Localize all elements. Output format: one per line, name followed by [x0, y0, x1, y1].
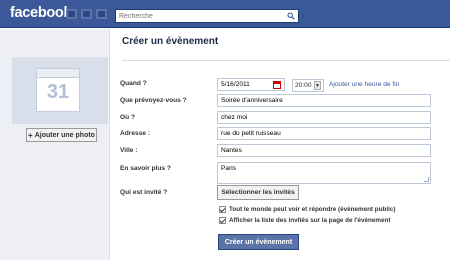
page-title: Créer un évènement — [122, 36, 219, 47]
search-box — [115, 9, 299, 23]
show-guest-list-checkbox[interactable] — [219, 217, 226, 224]
title-divider — [122, 60, 450, 61]
address-field[interactable]: rue du petit ruisseau — [217, 127, 431, 140]
time-value: 20:00 — [295, 82, 312, 89]
show-guest-list-option: Afficher la liste des invités sur la pag… — [219, 217, 390, 224]
chevron-down-icon: ▼ — [314, 81, 321, 90]
more-info-value: Paris — [221, 165, 237, 172]
time-select[interactable]: 20:00 ▼ — [292, 79, 324, 92]
public-event-checkbox[interactable] — [219, 206, 226, 213]
search-input[interactable] — [119, 10, 279, 22]
address-label: Adresse : — [120, 130, 151, 137]
public-event-option: Tout le monde peut voir et répondre (évè… — [219, 206, 395, 213]
public-event-label: Tout le monde peut voir et répondre (évè… — [229, 206, 396, 213]
city-label: Ville : — [120, 147, 138, 154]
calendar-icon: 31 — [36, 68, 80, 112]
top-bar: facebook — [0, 0, 450, 28]
city-field[interactable]: Nantes — [217, 144, 431, 157]
add-photo-label: Ajouter une photo — [34, 131, 95, 139]
date-picker-icon[interactable] — [273, 80, 281, 89]
messages-icon[interactable] — [81, 9, 92, 19]
select-guests-button[interactable]: Sélectionner les invités — [217, 185, 299, 200]
search-icon[interactable] — [287, 12, 295, 20]
date-value: 5/16/2011 — [221, 81, 250, 88]
add-photo-button[interactable]: + Ajouter une photo — [26, 128, 97, 142]
what-label: Que prévoyez-vous ? — [120, 97, 187, 104]
more-info-textarea[interactable]: Paris — [217, 162, 431, 184]
what-field[interactable]: Soirée d'anniversaire — [217, 94, 431, 107]
facebook-logo[interactable]: facebook — [10, 5, 72, 21]
when-label: Quand ? — [120, 80, 147, 87]
where-field[interactable]: chez moi — [217, 111, 431, 124]
create-event-button[interactable]: Créer un évènement — [218, 234, 299, 250]
add-end-time-link[interactable]: Ajouter une heure de fin — [329, 81, 399, 88]
invited-label: Qui est invité ? — [120, 189, 168, 196]
plus-icon: + — [28, 130, 33, 140]
notifications-icon[interactable] — [96, 9, 107, 19]
date-field[interactable]: 5/16/2011 — [217, 78, 285, 91]
friend-requests-icon[interactable] — [66, 9, 77, 19]
resize-handle-icon[interactable] — [424, 177, 429, 182]
show-guest-list-label: Afficher la liste des invités sur la pag… — [229, 217, 391, 224]
more-info-label: En savoir plus ? — [120, 165, 171, 172]
where-label: Où ? — [120, 114, 136, 121]
calendar-day: 31 — [46, 81, 70, 103]
